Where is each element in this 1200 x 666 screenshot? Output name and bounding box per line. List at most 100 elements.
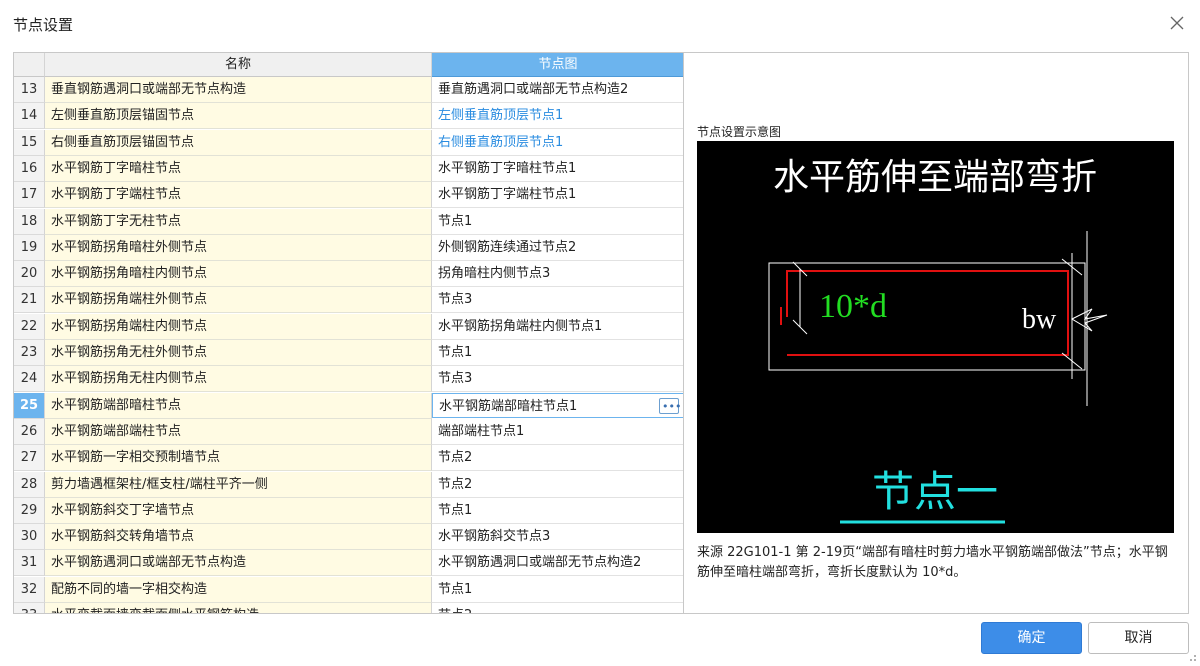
row-node-value: 左侧垂直筋顶层节点1 — [438, 108, 564, 124]
table-row[interactable]: 15 右侧垂直筋顶层锚固节点 右侧垂直筋顶层节点1 — [14, 129, 684, 156]
row-name-cell[interactable]: 水平钢筋丁字暗柱节点 — [45, 155, 432, 182]
table-row[interactable]: 29 水平钢筋斜交丁字墙节点 节点1 — [14, 497, 684, 524]
row-number[interactable]: 14 — [14, 103, 45, 130]
row-node-cell[interactable]: 右侧垂直筋顶层节点1 — [432, 129, 684, 156]
table-row[interactable]: 14 左侧垂直筋顶层锚固节点 左侧垂直筋顶层节点1 — [14, 103, 684, 130]
row-node-cell[interactable]: 节点2 — [432, 603, 684, 613]
diagram-title: 水平筋伸至端部弯折 — [773, 157, 1097, 197]
row-number[interactable]: 19 — [14, 234, 45, 261]
row-number[interactable]: 29 — [14, 497, 45, 524]
row-number[interactable]: 18 — [14, 208, 45, 235]
row-name-cell[interactable]: 水平钢筋遇洞口或端部无节点构造 — [45, 550, 432, 577]
cancel-button[interactable]: 取消 — [1088, 622, 1189, 654]
row-node-cell[interactable]: 节点1 — [432, 576, 684, 603]
row-number[interactable]: 30 — [14, 524, 45, 551]
row-name-cell[interactable]: 水平钢筋拐角端柱内侧节点 — [45, 313, 432, 340]
row-node-cell[interactable]: 节点1 — [432, 340, 684, 366]
table-row[interactable]: 26 水平钢筋端部端柱节点 端部端柱节点1 — [14, 418, 684, 445]
table-row[interactable]: 31 水平钢筋遇洞口或端部无节点构造 水平钢筋遇洞口或端部无节点构造2 — [14, 550, 684, 577]
row-name-cell[interactable]: 垂直钢筋遇洞口或端部无节点构造 — [45, 77, 432, 103]
preview-description: 来源 22G101-1 第 2-19页“端部有暗柱时剪力墙水平钢筋端部做法”节点… — [697, 545, 1168, 580]
row-name-cell[interactable]: 水平钢筋端部暗柱节点 — [45, 392, 432, 419]
row-number[interactable]: 26 — [14, 418, 45, 445]
row-name-cell[interactable]: 水平钢筋端部端柱节点 — [45, 418, 432, 445]
row-node-value: 节点3 — [438, 292, 473, 308]
row-name-cell[interactable]: 水平钢筋拐角无柱外侧节点 — [45, 340, 432, 366]
row-name-cell[interactable]: 左侧垂直筋顶层锚固节点 — [45, 103, 432, 130]
row-number[interactable]: 21 — [14, 287, 45, 314]
table-row[interactable]: 24 水平钢筋拐角无柱内侧节点 节点3 — [14, 366, 684, 393]
row-name-cell[interactable]: 水平钢筋斜交丁字墙节点 — [45, 497, 432, 524]
table-row[interactable]: 28 剪力墙遇框架柱/框支柱/端柱平齐一侧 节点2 — [14, 471, 684, 498]
row-number[interactable]: 24 — [14, 366, 45, 393]
row-node-value: 水平钢筋拐角端柱内侧节点1 — [438, 318, 603, 334]
row-number[interactable]: 17 — [14, 182, 45, 209]
resize-grip-icon[interactable] — [1187, 651, 1197, 661]
row-node-value: 节点1 — [438, 581, 473, 597]
row-number[interactable]: 25 — [14, 392, 45, 419]
row-number[interactable]: 16 — [14, 155, 45, 182]
column-header-node[interactable]: 节点图 — [432, 53, 684, 77]
row-name-cell[interactable]: 水平钢筋斜交转角墙节点 — [45, 524, 432, 551]
row-node-cell[interactable]: 节点3 — [432, 287, 684, 314]
table-row[interactable]: 30 水平钢筋斜交转角墙节点 水平钢筋斜交节点3 — [14, 524, 684, 551]
row-number[interactable]: 33 — [14, 603, 45, 613]
row-node-cell[interactable]: 节点2 — [432, 445, 684, 472]
table-row[interactable]: 23 水平钢筋拐角无柱外侧节点 节点1 — [14, 340, 684, 366]
row-node-cell[interactable]: 拐角暗柱内侧节点3 — [432, 261, 684, 288]
close-icon[interactable] — [1168, 14, 1186, 32]
row-node-cell[interactable]: 水平钢筋丁字端柱节点1 — [432, 182, 684, 209]
row-name-cell[interactable]: 水平钢筋拐角暗柱外侧节点 — [45, 234, 432, 261]
row-name-cell[interactable]: 水平钢筋丁字无柱节点 — [45, 208, 432, 235]
row-node-cell[interactable]: 节点2 — [432, 471, 684, 498]
row-node-value: 端部端柱节点1 — [438, 423, 525, 439]
row-node-cell[interactable]: 垂直筋遇洞口或端部无节点构造2 — [432, 77, 684, 103]
row-number[interactable]: 13 — [14, 77, 45, 103]
ellipsis-button[interactable]: ••• — [659, 397, 681, 414]
row-node-cell[interactable]: 节点1 — [432, 208, 684, 235]
row-number[interactable]: 28 — [14, 471, 45, 498]
row-node-cell[interactable]: 左侧垂直筋顶层节点1 — [432, 103, 684, 130]
row-name-cell[interactable]: 右侧垂直筋顶层锚固节点 — [45, 129, 432, 156]
table-row[interactable]: 17 水平钢筋丁字端柱节点 水平钢筋丁字端柱节点1 — [14, 182, 684, 209]
row-number[interactable]: 31 — [14, 550, 45, 577]
row-node-cell[interactable]: 水平钢筋端部暗柱节点1 ••• — [432, 392, 684, 418]
row-name-cell[interactable]: 水平钢筋一字相交预制墙节点 — [45, 445, 432, 472]
table-row[interactable]: 20 水平钢筋拐角暗柱内侧节点 拐角暗柱内侧节点3 — [14, 261, 684, 288]
row-name-cell[interactable]: 水平钢筋拐角暗柱内侧节点 — [45, 261, 432, 288]
row-name-cell[interactable]: 配筋不同的墙一字相交构造 — [45, 576, 432, 603]
row-name-cell[interactable]: 水平钢筋丁字端柱节点 — [45, 182, 432, 209]
table-row[interactable]: 18 水平钢筋丁字无柱节点 节点1 — [14, 208, 684, 235]
table-row[interactable]: 27 水平钢筋一字相交预制墙节点 节点2 — [14, 445, 684, 472]
ok-button[interactable]: 确定 — [981, 622, 1082, 654]
row-node-cell[interactable]: 节点3 — [432, 366, 684, 393]
row-name-cell[interactable]: 水平变截面墙变截面侧水平钢筋构造 — [45, 603, 432, 613]
row-node-cell[interactable]: 端部端柱节点1 — [432, 418, 684, 445]
row-name-cell[interactable]: 水平钢筋拐角端柱外侧节点 — [45, 287, 432, 314]
table-row[interactable]: 25 水平钢筋端部暗柱节点 水平钢筋端部暗柱节点1 ••• — [14, 392, 684, 419]
row-number[interactable]: 20 — [14, 261, 45, 288]
row-node-cell[interactable]: 水平钢筋拐角端柱内侧节点1 — [432, 313, 684, 340]
table-row[interactable]: 32 配筋不同的墙一字相交构造 节点1 — [14, 576, 684, 603]
row-number[interactable]: 15 — [14, 129, 45, 156]
row-node-cell[interactable]: 水平钢筋斜交节点3 — [432, 524, 684, 551]
row-number[interactable]: 32 — [14, 576, 45, 603]
row-node-cell[interactable]: 外侧钢筋连续通过节点2 — [432, 234, 684, 261]
table-row[interactable]: 33水平变截面墙变截面侧水平钢筋构造节点2 — [14, 603, 684, 613]
row-name-cell[interactable]: 水平钢筋拐角无柱内侧节点 — [45, 366, 432, 393]
table-row[interactable]: 22 水平钢筋拐角端柱内侧节点 水平钢筋拐角端柱内侧节点1 — [14, 313, 684, 340]
row-name-cell[interactable]: 剪力墙遇框架柱/框支柱/端柱平齐一侧 — [45, 471, 432, 498]
table-row[interactable]: 21 水平钢筋拐角端柱外侧节点 节点3 — [14, 287, 684, 314]
row-number[interactable]: 22 — [14, 313, 45, 340]
row-node-cell[interactable]: 水平钢筋遇洞口或端部无节点构造2 — [432, 550, 684, 577]
preview-caption: 节点设置示意图 — [697, 125, 782, 139]
table-row[interactable]: 16 水平钢筋丁字暗柱节点 水平钢筋丁字暗柱节点1 — [14, 155, 684, 182]
row-node-cell[interactable]: 水平钢筋丁字暗柱节点1 — [432, 155, 684, 182]
node-settings-grid: 名称 节点图 13 垂直钢筋遇洞口或端部无节点构造 垂直筋遇洞口或端部无节点构造2 1… — [13, 52, 684, 614]
column-header-name[interactable]: 名称 — [45, 53, 432, 77]
row-node-cell[interactable]: 节点1 — [432, 497, 684, 524]
table-row[interactable]: 13 垂直钢筋遇洞口或端部无节点构造 垂直筋遇洞口或端部无节点构造2 — [14, 77, 684, 103]
table-row[interactable]: 19 水平钢筋拐角暗柱外侧节点 外侧钢筋连续通过节点2 — [14, 234, 684, 261]
row-number[interactable]: 27 — [14, 445, 45, 472]
row-number[interactable]: 23 — [14, 340, 45, 366]
